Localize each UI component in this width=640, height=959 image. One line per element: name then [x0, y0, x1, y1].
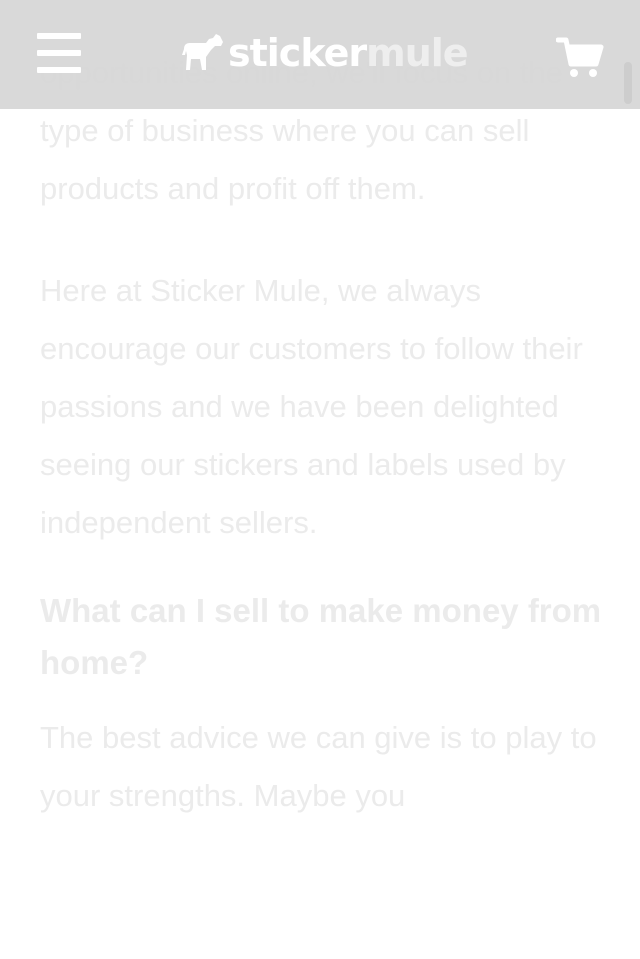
- hamburger-icon[interactable]: [37, 33, 81, 73]
- article-body: opportunities online, we'll focus on the…: [40, 44, 606, 825]
- article-paragraph: The best advice we can give is to play t…: [40, 720, 597, 813]
- logo-text-mule: mule: [366, 31, 468, 75]
- logo-text-sticker: sticker: [228, 31, 367, 75]
- article-paragraph: Here at Sticker Mule, we always encourag…: [40, 273, 583, 540]
- cart-icon[interactable]: [556, 36, 604, 78]
- sticker-mule-logo[interactable]: stickermule: [180, 31, 469, 75]
- section-heading: What can I sell to make money from home?: [40, 592, 602, 681]
- top-navigation-bar: stickermule: [0, 0, 640, 109]
- scrollbar[interactable]: [624, 62, 632, 104]
- mule-icon: [182, 34, 223, 70]
- logo-wordmark: stickermule: [228, 31, 469, 75]
